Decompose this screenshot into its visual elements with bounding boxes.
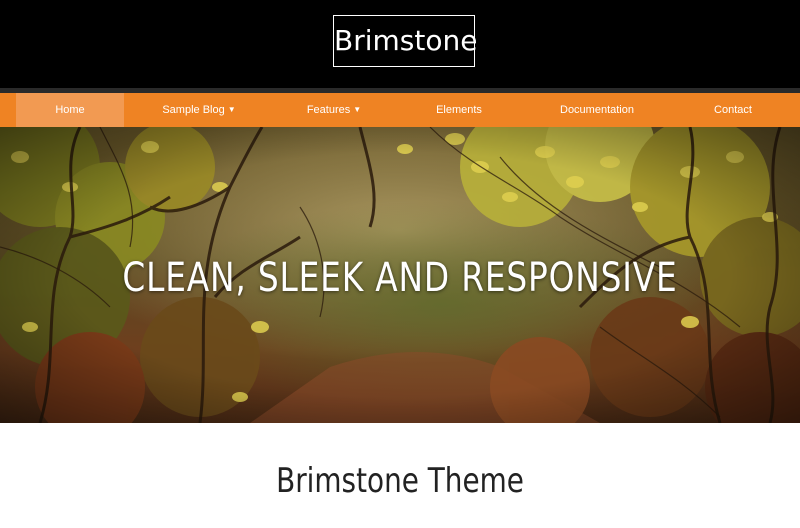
nav-item-elements[interactable]: Elements xyxy=(426,93,492,127)
hero-banner: CLEAN, SLEEK AND RESPONSIVE xyxy=(0,127,800,423)
nav-item-features[interactable]: Features ▼ xyxy=(296,93,372,127)
nav-item-label: Documentation xyxy=(560,104,634,116)
nav-item-home[interactable]: Home xyxy=(16,93,124,127)
nav-item-sample-blog[interactable]: Sample Blog ▼ xyxy=(152,93,246,127)
main-nav: Home Sample Blog ▼ Features ▼ Elements Doc… xyxy=(0,93,800,127)
caret-down-icon: ▼ xyxy=(227,105,236,114)
hero-headline: CLEAN, SLEEK AND RESPONSIVE xyxy=(122,255,678,301)
nav-item-label: Features xyxy=(306,104,351,116)
page: Brimstone Home Sample Blog ▼ Features ▼ El… xyxy=(0,0,800,528)
content-title: Brimstone Theme xyxy=(276,461,524,501)
nav-item-label: Contact xyxy=(714,104,752,116)
nav-item-label: Sample Blog xyxy=(162,104,225,116)
nav-item-label: Elements xyxy=(436,104,482,116)
site-header: Brimstone xyxy=(0,0,800,88)
site-logo[interactable]: Brimstone xyxy=(333,15,477,67)
main-content: Brimstone Theme xyxy=(0,423,800,528)
nav-item-documentation[interactable]: Documentation xyxy=(550,93,644,127)
nav-item-label: Home xyxy=(55,104,85,116)
caret-down-icon: ▼ xyxy=(353,105,362,114)
nav-item-contact[interactable]: Contact xyxy=(702,93,764,127)
